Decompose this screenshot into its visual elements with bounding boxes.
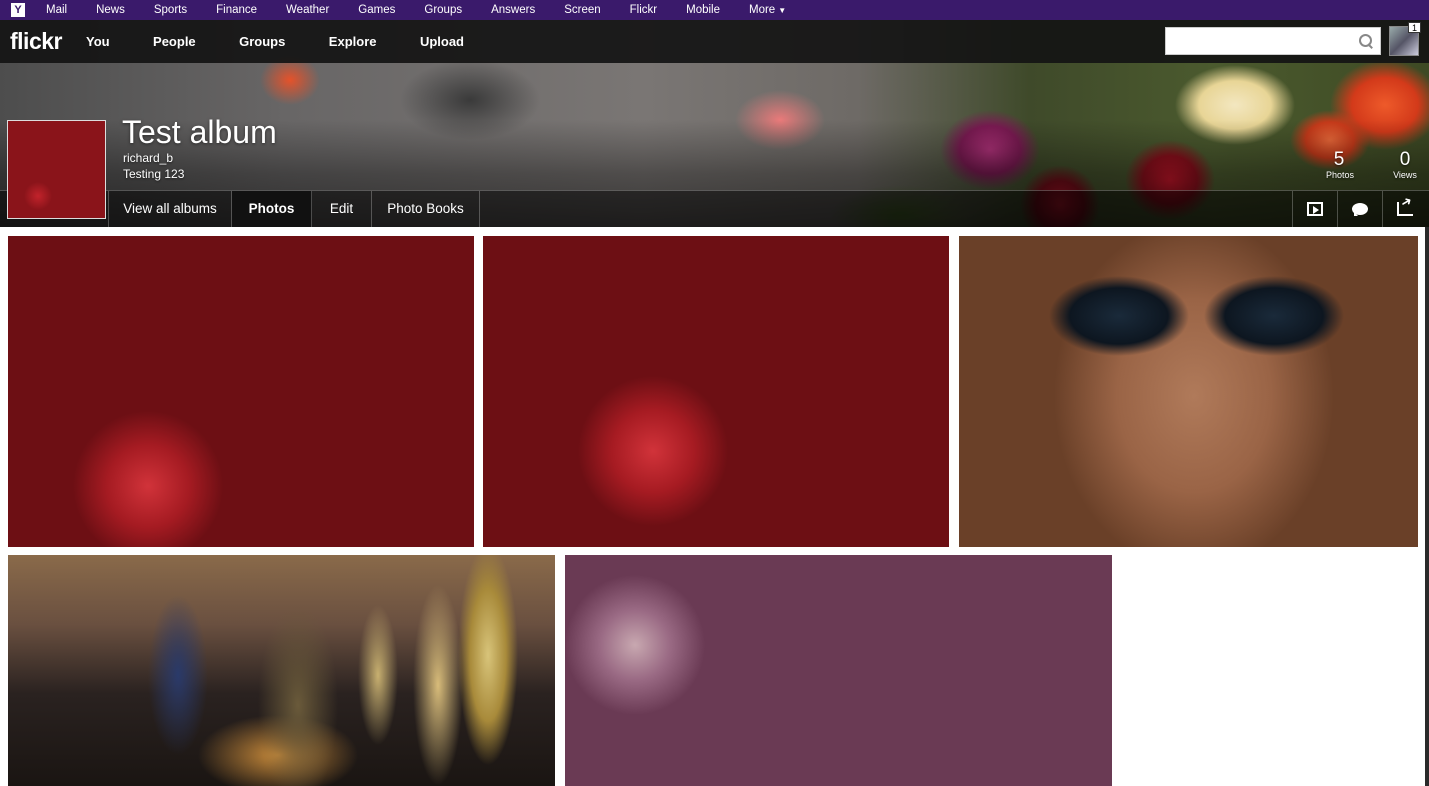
yahoo-logo[interactable]: Y xyxy=(8,0,28,20)
yahoo-link-answers[interactable]: Answers xyxy=(491,4,535,16)
yahoo-link-news[interactable]: News xyxy=(96,4,125,16)
share-icon xyxy=(1397,202,1413,216)
slideshow-icon xyxy=(1307,202,1323,216)
slideshow-button[interactable] xyxy=(1292,191,1337,227)
photos-label: Photos xyxy=(1326,170,1355,180)
views-label: Views xyxy=(1393,170,1417,180)
flickr-logo[interactable]: flickr xyxy=(10,28,62,55)
more-label: More xyxy=(749,4,776,16)
tab-photo-books[interactable]: Photo Books xyxy=(372,191,480,227)
photo-city-skyline[interactable] xyxy=(8,555,555,786)
search-icon[interactable] xyxy=(1358,33,1374,49)
views-count: 0 xyxy=(1399,149,1411,170)
nav-groups[interactable]: Groups xyxy=(239,34,285,49)
photos-count: 5 xyxy=(1333,149,1345,170)
yahoo-link-screen[interactable]: Screen xyxy=(564,4,600,16)
comment-icon xyxy=(1352,203,1368,216)
album-cover-thumbnail[interactable] xyxy=(7,120,106,219)
album-title: Test album xyxy=(122,114,277,150)
yahoo-link-games[interactable]: Games xyxy=(358,4,395,16)
photo-apples-market[interactable] xyxy=(8,236,474,547)
yahoo-link-mail[interactable]: Mail xyxy=(46,4,67,16)
flickr-main-nav: You People Groups Explore Upload xyxy=(86,33,503,51)
comments-button[interactable] xyxy=(1337,191,1382,227)
search-input[interactable] xyxy=(1166,29,1358,53)
photos-stat: 5 Photos xyxy=(1326,149,1355,181)
yahoo-link-groups[interactable]: Groups xyxy=(424,4,462,16)
yahoo-link-flickr[interactable]: Flickr xyxy=(630,4,657,16)
tab-view-all-albums[interactable]: View all albums xyxy=(108,191,232,227)
search-box xyxy=(1165,27,1381,55)
yahoo-nav: Mail News Sports Finance Weather Games G… xyxy=(46,0,786,20)
scrollbar[interactable] xyxy=(1425,227,1429,786)
photo-man-sunglasses[interactable] xyxy=(959,236,1418,547)
yahoo-link-finance[interactable]: Finance xyxy=(216,4,257,16)
share-button[interactable] xyxy=(1382,191,1427,227)
views-stat: 0 Views xyxy=(1391,149,1419,181)
yahoo-link-sports[interactable]: Sports xyxy=(154,4,187,16)
album-subnav: View all albums Photos Edit Photo Books xyxy=(0,190,1429,227)
nav-upload[interactable]: Upload xyxy=(420,34,464,49)
nav-you[interactable]: You xyxy=(86,34,110,49)
tab-edit[interactable]: Edit xyxy=(312,191,372,227)
yahoo-more-menu[interactable]: More ▼ xyxy=(749,4,786,16)
nav-explore[interactable]: Explore xyxy=(329,34,377,49)
yahoo-link-mobile[interactable]: Mobile xyxy=(686,4,720,16)
chevron-down-icon: ▼ xyxy=(778,6,787,15)
tab-photos[interactable]: Photos xyxy=(232,191,312,227)
flickr-nav-bar: flickr You People Groups Explore Upload … xyxy=(0,20,1429,63)
album-owner[interactable]: richard_b xyxy=(123,151,173,165)
nav-people[interactable]: People xyxy=(153,34,196,49)
yahoo-link-weather[interactable]: Weather xyxy=(286,4,329,16)
yahoo-top-bar: Y Mail News Sports Finance Weather Games… xyxy=(0,0,1429,20)
photo-apples-crates[interactable] xyxy=(483,236,949,547)
album-description: Testing 123 xyxy=(123,167,185,181)
photo-turnips[interactable] xyxy=(565,555,1112,786)
notification-badge[interactable]: 1 xyxy=(1408,22,1421,33)
